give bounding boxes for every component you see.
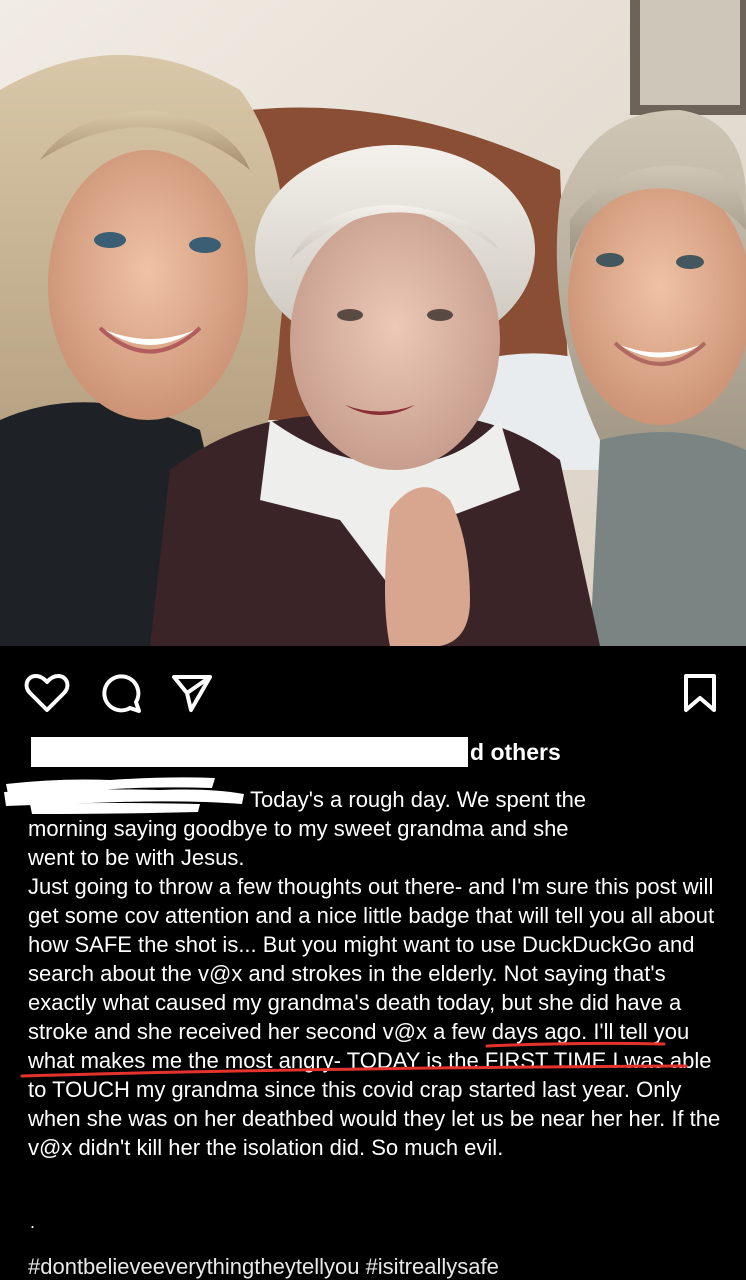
post-photo[interactable] [0, 0, 746, 646]
comment-bubble-icon[interactable] [100, 672, 142, 714]
caption-line-2: morning saying goodbye to my sweet grand… [28, 816, 569, 841]
post-caption: Today's a rough day. We spent the mornin… [28, 785, 728, 1162]
separator-dot: . [30, 1212, 36, 1232]
caption-line-1: Today's a rough day. We spent the [250, 787, 587, 812]
bookmark-icon[interactable] [682, 672, 718, 714]
paper-plane-icon[interactable] [170, 672, 214, 714]
redaction-bar [31, 737, 468, 767]
hashtags-text[interactable]: #dontbelieveeverythingtheytellyou #isitr… [28, 1254, 499, 1279]
caption-body: Just going to throw a few thoughts out t… [28, 872, 728, 1162]
caption-line-3: went to be with Jesus. [28, 845, 245, 870]
likes-text[interactable]: d others [470, 737, 561, 767]
heart-icon[interactable] [24, 672, 70, 714]
hashtags[interactable]: #dontbelieveeverythingtheytellyou #isitr… [28, 1252, 728, 1280]
photo-illustration [0, 0, 746, 646]
